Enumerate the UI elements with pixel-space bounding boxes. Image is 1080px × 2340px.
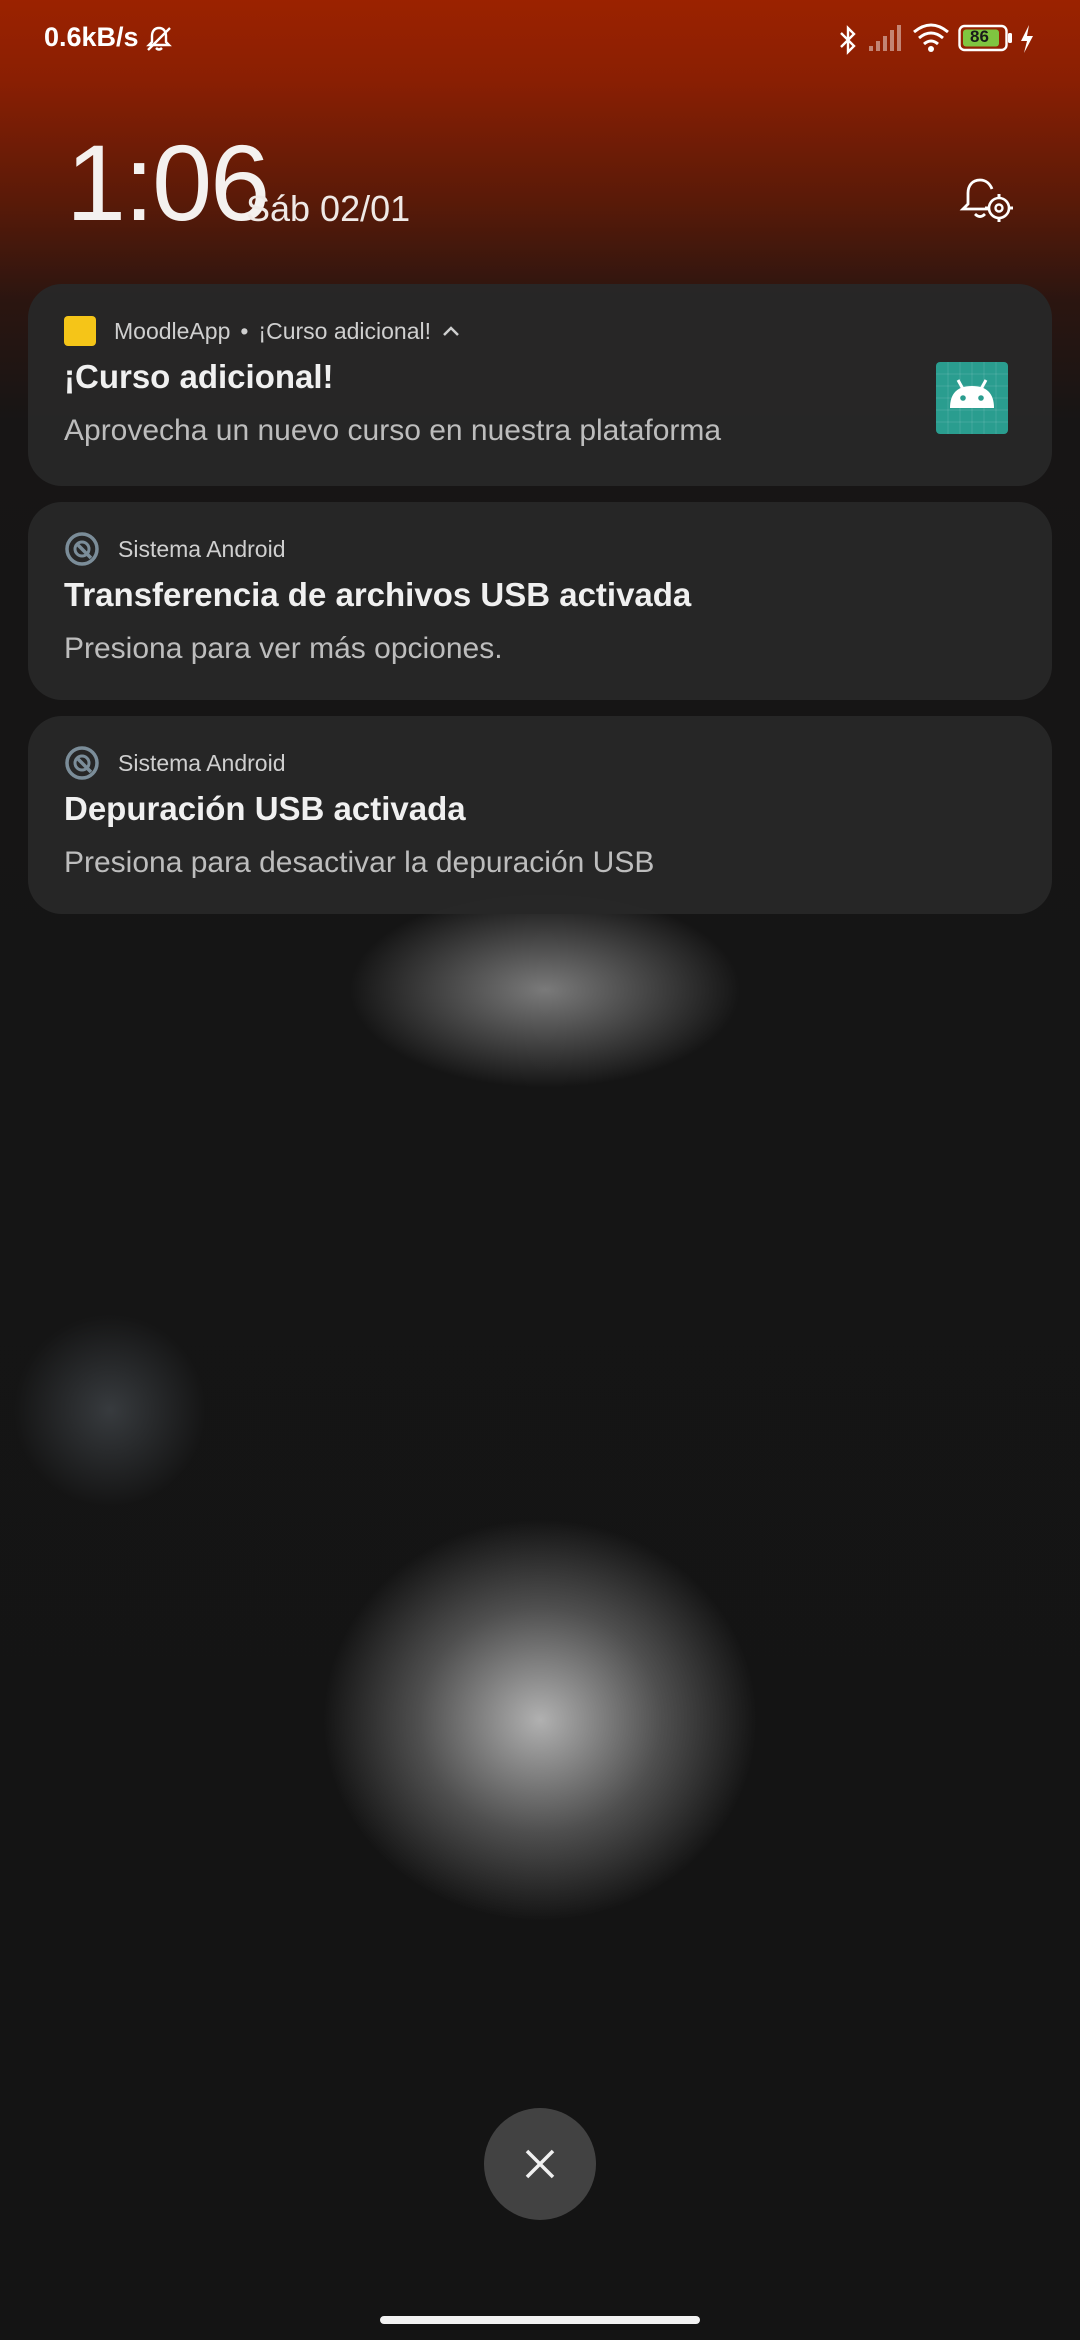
android-robot-icon: [936, 362, 1008, 434]
notification-body: Presiona para ver más opciones.: [64, 632, 503, 665]
app-name: Sistema Android: [118, 535, 286, 562]
android-system-icon: [65, 532, 99, 566]
wifi-icon: [913, 23, 949, 52]
lockscreen-date: Sáb 02/01: [246, 188, 411, 229]
notification-header: Sistema Android: [64, 746, 285, 780]
charging-icon: [1021, 25, 1033, 53]
moodle-square-icon: [64, 316, 96, 346]
lockscreen-time: 1:06: [66, 122, 270, 243]
notification-header: MoodleApp • ¡Curso adicional!: [64, 314, 461, 348]
notification-card-moodle[interactable]: MoodleApp • ¡Curso adicional! ¡Curso adi…: [28, 284, 1052, 486]
notification-title: Depuración USB activada: [64, 790, 466, 827]
notification-header: Sistema Android: [64, 532, 285, 566]
notification-card-usb-debugging[interactable]: Sistema Android Depuración USB activada …: [28, 716, 1052, 914]
network-speed: 0.6kB/s: [44, 22, 139, 52]
notification-subtext: ¡Curso adicional!: [258, 317, 432, 344]
notification-title: ¡Curso adicional!: [64, 358, 334, 395]
notification-title: Transferencia de archivos USB activada: [64, 576, 692, 613]
notification-thumbnail: [936, 362, 1008, 434]
clear-all-button[interactable]: [484, 2108, 596, 2220]
status-bar: 0.6kB/s 86: [0, 0, 1080, 80]
signal-icon: [869, 25, 901, 51]
notification-settings-button[interactable]: [958, 172, 1014, 228]
notification-body: Presiona para desactivar la depuración U…: [64, 846, 655, 879]
notification-body: Aprovecha un nuevo curso en nuestra plat…: [64, 414, 722, 447]
home-indicator[interactable]: [380, 2316, 700, 2324]
battery-level: 86: [970, 27, 989, 46]
notification-card-usb-transfer[interactable]: Sistema Android Transferencia de archivo…: [28, 502, 1052, 700]
chevron-up-icon[interactable]: [441, 324, 461, 338]
bluetooth-icon: [840, 25, 856, 55]
app-name: Sistema Android: [118, 749, 286, 776]
bell-gear-icon: [959, 178, 1013, 222]
app-name: MoodleApp: [114, 317, 231, 344]
header-separator: •: [240, 317, 249, 344]
alarm-off-icon: [146, 26, 172, 51]
android-system-icon: [65, 746, 99, 780]
close-icon: [525, 2149, 555, 2179]
